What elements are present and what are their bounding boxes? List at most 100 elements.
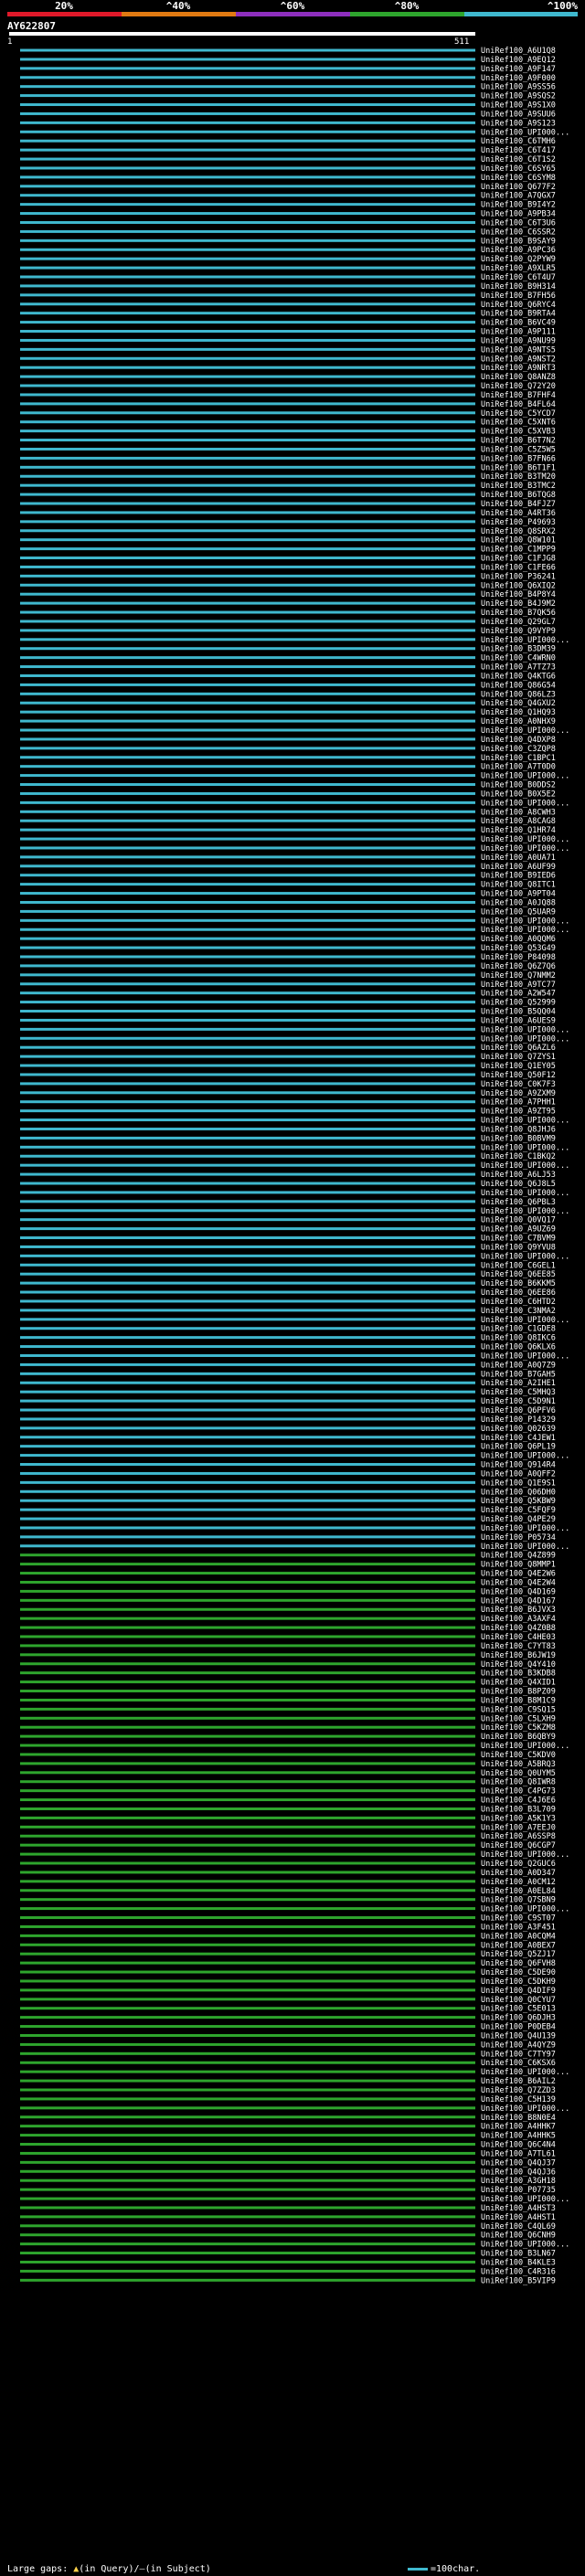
hit-row: UniRef100_A9F147	[20, 65, 556, 74]
hit-label: UniRef100_A9EQ12	[481, 56, 556, 65]
hit-bar	[20, 375, 475, 378]
hit-row: UniRef100_C6SSR2	[20, 228, 556, 237]
hit-bar	[20, 420, 475, 424]
hit-label: UniRef100_Q4D169	[481, 1587, 556, 1596]
hit-row: UniRef100_Q1EY05	[20, 1062, 556, 1071]
hit-bar	[20, 94, 475, 98]
hit-label: UniRef100_UPI000...	[481, 2104, 569, 2114]
hit-label: UniRef100_B6KKM5	[481, 1279, 556, 1288]
hit-row: UniRef100_Q6FVH8	[20, 1959, 556, 1968]
hit-row: UniRef100_A4HST1	[20, 2213, 556, 2222]
hit-row: UniRef100_A9P111	[20, 328, 556, 337]
hit-bar	[20, 2160, 475, 2164]
hit-label: UniRef100_C3NMA2	[481, 1307, 556, 1316]
hit-bar	[20, 918, 475, 922]
hit-bar	[20, 1236, 475, 1240]
hit-label: UniRef100_Q72Y20	[481, 382, 556, 391]
hit-label: UniRef100_C5D9N1	[481, 1397, 556, 1406]
hit-label: UniRef100_C1MPP9	[481, 546, 556, 555]
hit-bar	[20, 683, 475, 686]
hit-row: UniRef100_Q6XIQ2	[20, 581, 556, 590]
hit-row: UniRef100_UPI000...	[20, 1542, 569, 1552]
hit-bar	[20, 447, 475, 451]
hit-label: UniRef100_Q9VYP9	[481, 627, 556, 636]
hit-bar	[20, 2033, 475, 2037]
hit-row: UniRef100_Q1HR74	[20, 826, 556, 835]
hit-label: UniRef100_B7FN66	[481, 454, 556, 463]
hit-label: UniRef100_B0BVM9	[481, 1134, 556, 1143]
hit-row: UniRef100_A9SS56	[20, 83, 556, 92]
hit-label: UniRef100_UPI000...	[481, 799, 569, 808]
hit-bar	[20, 1916, 475, 1920]
hit-bar	[20, 783, 475, 787]
hit-row: UniRef100_Q0CYU7	[20, 1996, 556, 2005]
hit-label: UniRef100_C5XNT6	[481, 419, 556, 428]
hit-bar	[20, 429, 475, 433]
hit-row: UniRef100_C5YCD7	[20, 409, 556, 419]
hit-bar	[20, 1617, 475, 1620]
hit-label: UniRef100_B6JVX3	[481, 1606, 556, 1615]
hit-row: UniRef100_A7EEJ0	[20, 1823, 556, 1832]
hit-bar	[20, 1145, 475, 1149]
hit-label: UniRef100_P14329	[481, 1415, 556, 1425]
hit-label: UniRef100_Q50F12	[481, 1071, 556, 1080]
hit-bar	[20, 1998, 475, 2001]
hit-bar	[20, 1163, 475, 1167]
hit-row: UniRef100_UPI000...	[20, 1742, 569, 1751]
hit-label: UniRef100_P36241	[481, 572, 556, 581]
hit-label: UniRef100_A0BEX7	[481, 1941, 556, 1950]
hit-bar	[20, 356, 475, 360]
hit-bar	[20, 474, 475, 478]
hit-bar	[20, 2007, 475, 2010]
hit-row: UniRef100_Q86G54	[20, 681, 556, 690]
hit-row: UniRef100_UPI000...	[20, 772, 569, 781]
hit-label: UniRef100_B9I4Y2	[481, 201, 556, 210]
hit-row: UniRef100_A2IHE1	[20, 1379, 556, 1388]
hit-row: UniRef100_C6SYM8	[20, 174, 556, 183]
hit-row: UniRef100_UPI000...	[20, 835, 569, 844]
hit-label: UniRef100_C5XVB3	[481, 428, 556, 437]
hit-row: UniRef100_A9NTS5	[20, 345, 556, 355]
hit-bar	[20, 1172, 475, 1176]
hit-bar	[20, 1471, 475, 1475]
hit-row: UniRef100_C5DKH9	[20, 1977, 556, 1987]
hit-bar	[20, 1771, 475, 1775]
hit-row: UniRef100_C4JEW1	[20, 1434, 556, 1443]
hit-row: UniRef100_Q29GL7	[20, 618, 556, 627]
hit-row: UniRef100_A9S123	[20, 119, 556, 128]
hit-bar	[20, 2097, 475, 2101]
hit-bar	[20, 76, 475, 80]
hit-row: UniRef100_C5KDV0	[20, 1751, 556, 1760]
hit-bar	[20, 2260, 475, 2263]
hit-bar	[20, 2151, 475, 2155]
hit-label: UniRef100_C4WRN0	[481, 654, 556, 663]
hit-label: UniRef100_Q4Z899	[481, 1552, 556, 1561]
hit-row: UniRef100_Q9VYP9	[20, 627, 556, 636]
hit-label: UniRef100_Q1E9S1	[481, 1479, 556, 1488]
hit-row: UniRef100_Q72Y20	[20, 382, 556, 391]
hit-label: UniRef100_UPI000...	[481, 1352, 569, 1361]
hit-row: UniRef100_A9NST2	[20, 355, 556, 364]
hit-label: UniRef100_P05734	[481, 1533, 556, 1542]
hit-bar	[20, 1353, 475, 1357]
hit-label: UniRef100_A0CQM4	[481, 1932, 556, 1941]
hit-bar	[20, 1027, 475, 1031]
hit-label: UniRef100_Q7ZYS1	[481, 1053, 556, 1062]
hit-row: UniRef100_UPI000...	[20, 926, 569, 935]
hit-bar	[20, 103, 475, 107]
hit-row: UniRef100_Q9YVU8	[20, 1243, 556, 1252]
hit-label: UniRef100_C6T3U6	[481, 218, 556, 228]
hit-bar	[20, 248, 475, 251]
hit-label: UniRef100_C1FJG8	[481, 555, 556, 564]
hit-label: UniRef100_A9UZ69	[481, 1225, 556, 1235]
hit-row: UniRef100_Q8ITC1	[20, 881, 556, 890]
hit-bar	[20, 1245, 475, 1248]
hit-row: UniRef100_B5VIP9	[20, 2276, 556, 2285]
hit-bar	[20, 2016, 475, 2019]
hit-bar	[20, 937, 475, 940]
hit-label: UniRef100_UPI000...	[481, 1252, 569, 1261]
hit-label: UniRef100_A9XLR5	[481, 264, 556, 273]
hit-row: UniRef100_Q4XID1	[20, 1679, 556, 1688]
hit-bar	[20, 511, 475, 514]
hit-row: UniRef100_A9F000	[20, 74, 556, 83]
